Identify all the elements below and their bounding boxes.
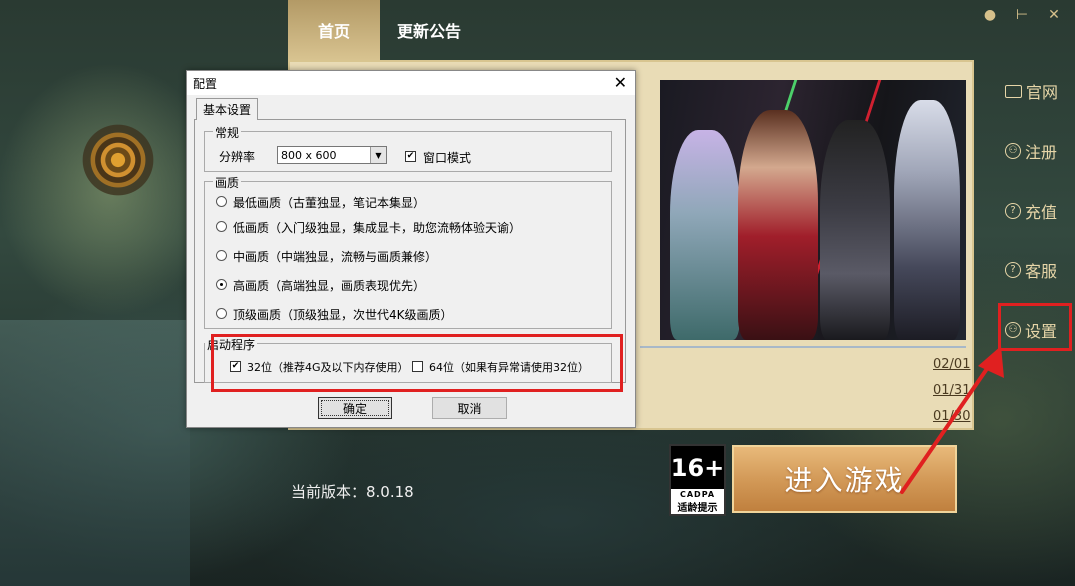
window-controls: ● ⊢ ✕ xyxy=(979,6,1065,24)
launch-highlight-box xyxy=(211,334,623,392)
tab-home[interactable]: 首页 xyxy=(288,0,380,60)
dialog-title: 配置 xyxy=(193,76,218,91)
dialog-titlebar[interactable]: 配置 ✕ xyxy=(187,71,635,95)
character-banner[interactable] xyxy=(660,80,966,340)
news-date[interactable]: 02/01 xyxy=(933,357,970,372)
sidebar-item-recharge[interactable]: ? 充值 xyxy=(1005,196,1057,226)
ok-button[interactable]: 确定 xyxy=(318,397,392,419)
user-icon: ⚇ xyxy=(1005,143,1021,159)
quality-radio-ultra[interactable] xyxy=(216,308,227,319)
question-icon: ? xyxy=(1005,262,1021,278)
decorative-ring xyxy=(78,120,158,200)
quality-radio-low[interactable] xyxy=(216,221,227,232)
quality-radio-medium[interactable] xyxy=(216,250,227,261)
quality-radio-lowest[interactable] xyxy=(216,196,227,207)
character-figure xyxy=(670,130,740,340)
quality-option-label: 顶级画质（顶级独显，次世代4K级画质） xyxy=(233,308,453,322)
age-rating-org: CADPA xyxy=(679,490,716,499)
sidebar-item-label: 充值 xyxy=(1025,203,1058,222)
chevron-down-icon[interactable]: ▼ xyxy=(370,147,386,163)
settings-dot-icon[interactable]: ● xyxy=(979,6,1001,24)
window-mode-label: 窗口模式 xyxy=(423,151,472,165)
sidebar-item-support[interactable]: ? 客服 xyxy=(1005,255,1057,285)
tab-basic-settings[interactable]: 基本设置 xyxy=(196,98,259,120)
age-rating-number: 16+ xyxy=(671,446,724,489)
quality-option-label: 高画质（高端独显，画质表现优先） xyxy=(233,279,426,293)
sidebar-item-label: 注册 xyxy=(1025,143,1058,162)
version-label: 当前版本：8.0.18 xyxy=(291,483,414,501)
character-figure xyxy=(738,110,818,340)
start-game-button[interactable]: 进入游戏 xyxy=(732,445,957,513)
monitor-icon xyxy=(1005,84,1022,98)
settings-highlight-box xyxy=(998,303,1072,351)
news-date[interactable]: 01/30 xyxy=(933,409,970,424)
sidebar-item-register[interactable]: ⚇ 注册 xyxy=(1005,136,1057,166)
age-rating-tip: 适龄提示 xyxy=(677,503,718,514)
close-icon[interactable]: ✕ xyxy=(614,75,627,91)
cancel-button[interactable]: 取消 xyxy=(432,397,507,419)
news-divider xyxy=(640,346,966,348)
tab-notice[interactable]: 更新公告 xyxy=(384,0,474,60)
character-figure xyxy=(820,120,890,340)
quality-option-label: 低画质（入门级独显，集成显卡，助您流畅体验天谕） xyxy=(233,221,522,235)
group-label: 画质 xyxy=(213,174,242,191)
resolution-value: 800 x 600 xyxy=(281,148,337,162)
resolution-select[interactable]: 800 x 600 ▼ xyxy=(277,146,387,164)
question-icon: ? xyxy=(1005,203,1021,219)
quality-radio-high[interactable] xyxy=(216,279,227,290)
sidebar-item-label: 客服 xyxy=(1025,262,1058,281)
sidebar-item-website[interactable]: 官网 xyxy=(1005,76,1058,106)
minimize-icon[interactable]: ⊢ xyxy=(1011,6,1033,24)
window-mode-checkbox[interactable]: ✔ xyxy=(405,151,416,162)
decorative-pillar xyxy=(0,320,190,586)
quality-option-label: 最低画质（古董独显，笔记本集显） xyxy=(233,196,426,210)
character-figure xyxy=(894,100,960,340)
quality-option-label: 中画质（中端独显，流畅与画质兼修） xyxy=(233,250,438,264)
group-label: 常规 xyxy=(213,124,242,141)
age-rating-badge[interactable]: 16+ CADPA 适龄提示 xyxy=(669,444,726,516)
close-tools-icon[interactable]: ✕ xyxy=(1043,6,1065,24)
news-date[interactable]: 01/31 xyxy=(933,383,970,398)
resolution-label: 分辨率 xyxy=(219,150,256,164)
sidebar-item-label: 官网 xyxy=(1026,83,1059,102)
